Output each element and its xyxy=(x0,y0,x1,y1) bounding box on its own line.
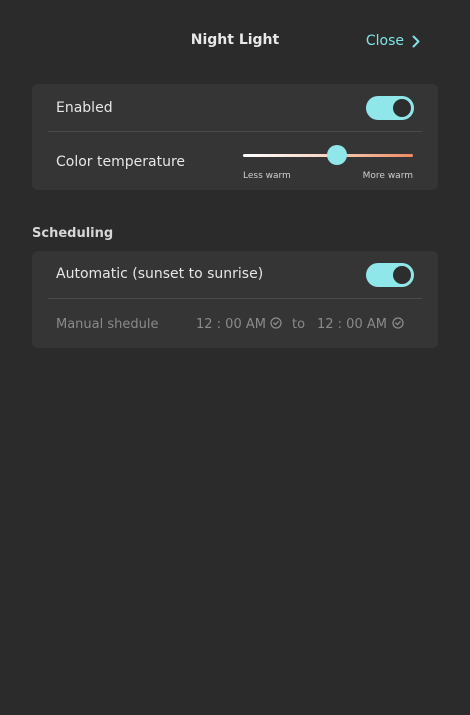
color-temperature-slider[interactable] xyxy=(243,145,413,165)
scheduling-card: Automatic (sunset to sunrise) Manual she… xyxy=(32,251,438,348)
panel-header: Night Light Close xyxy=(0,0,470,82)
night-light-panel: Night Light Close Enabled Color temperat… xyxy=(0,0,470,715)
automatic-toggle[interactable] xyxy=(366,263,414,287)
clock-icon[interactable] xyxy=(392,317,404,329)
start-time-field[interactable]: 12 : 00 AM xyxy=(196,317,266,332)
divider xyxy=(48,298,422,299)
end-time-field[interactable]: 12 : 00 AM xyxy=(317,317,387,332)
manual-schedule-label: Manual shedule xyxy=(56,317,159,332)
slider-max-label: More warm xyxy=(362,171,413,181)
slider-min-label: Less warm xyxy=(243,171,291,181)
enabled-toggle[interactable] xyxy=(366,96,414,120)
close-button[interactable]: Close xyxy=(366,31,420,51)
toggle-knob xyxy=(393,99,411,117)
display-card: Enabled Color temperature Less warm More… xyxy=(32,84,438,190)
slider-thumb[interactable] xyxy=(326,145,347,165)
close-label: Close xyxy=(365,33,404,49)
enabled-label: Enabled xyxy=(56,100,113,116)
manual-schedule-row: Manual shedule 12 : 00 AM to 12 : 00 AM xyxy=(56,317,414,333)
to-label: to xyxy=(292,317,306,332)
chevron-right-icon xyxy=(412,35,420,48)
scheduling-section-label: Scheduling xyxy=(32,226,114,241)
clock-icon[interactable] xyxy=(270,317,282,329)
divider xyxy=(48,131,422,132)
automatic-label: Automatic (sunset to sunrise) xyxy=(56,266,264,282)
toggle-knob xyxy=(393,266,411,284)
